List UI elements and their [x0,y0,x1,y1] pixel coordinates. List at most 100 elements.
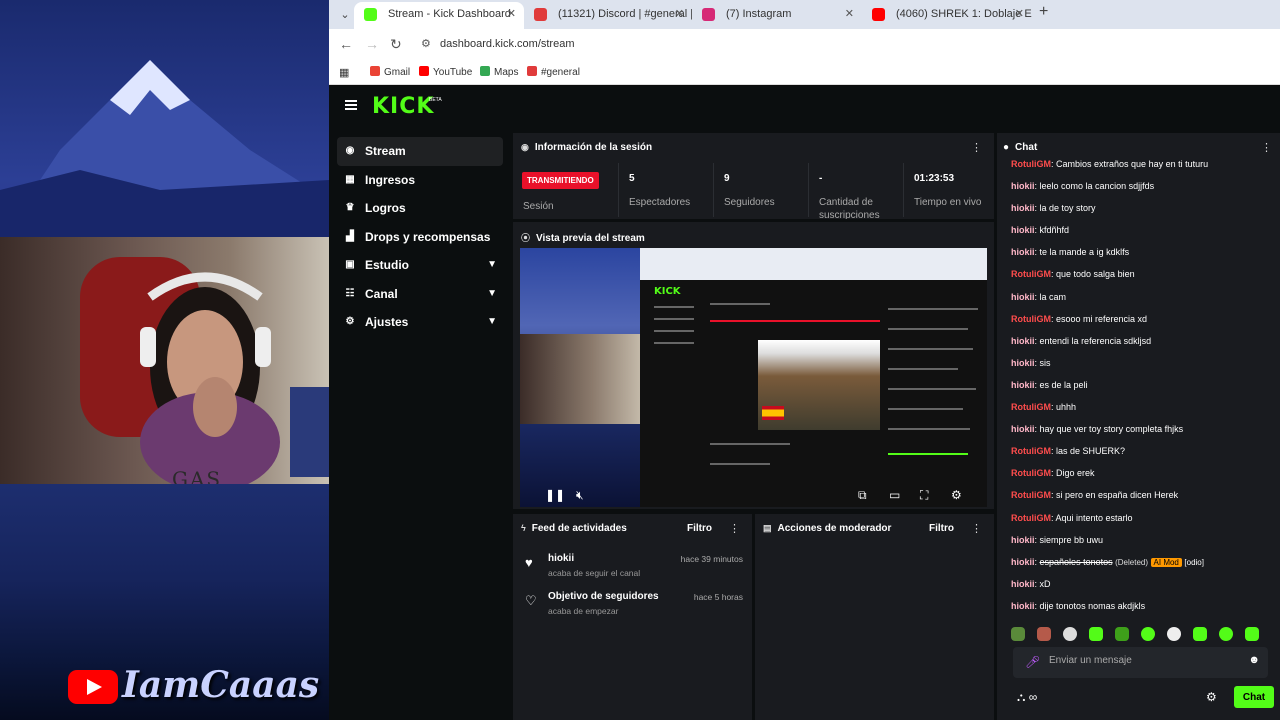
emote-icon[interactable] [1193,627,1207,641]
chat-username[interactable]: hiokii [1011,601,1035,611]
sidebar-item-estudio[interactable]: ▣ Estudio ▼ [337,251,503,280]
close-tab-icon[interactable]: ✕ [1015,2,1024,27]
chat-username[interactable]: hiokii [1011,380,1035,390]
sidebar-item-drops[interactable]: ▟ Drops y recompensas [337,223,503,252]
mod-title: Acciones de moderador [777,523,892,534]
bookmark-maps[interactable]: Maps [480,66,518,78]
chat-username[interactable]: RotuliGM [1011,269,1051,279]
preview-title: Vista previa del stream [536,233,645,244]
trophy-icon: ♛ [345,202,355,213]
feed-item-name[interactable]: hiokii [548,553,574,564]
emote-icon[interactable] [1245,627,1259,641]
sidebar-item-logros[interactable]: ♛ Logros [337,194,503,223]
tab-discord[interactable]: (11321) Discord | #general | LA ✕ [524,2,692,29]
user-list-icon[interactable]: ⛬ ∞ [1017,690,1037,705]
more-options-icon[interactable]: ⋮ [729,522,740,535]
chat-username[interactable]: hiokii [1011,181,1035,191]
fullscreen-icon[interactable]: ⛶ [920,488,928,503]
chat-username[interactable]: hiokii [1011,358,1035,368]
sidebar-item-canal[interactable]: ☷ Canal ▼ [337,280,503,309]
more-options-icon[interactable]: ⋮ [971,522,982,535]
chat-username[interactable]: RotuliGM [1011,490,1051,500]
settings-gear-icon[interactable]: ⚙ [951,488,962,502]
more-options-icon[interactable]: ⋮ [1261,141,1272,154]
chat-username[interactable]: hiokii [1011,424,1035,434]
chat-username[interactable]: hiokii [1011,247,1035,257]
sidebar-item-ingresos[interactable]: ▦ Ingresos [337,166,503,195]
url-field[interactable]: dashboard.kick.com/stream [440,38,575,50]
emote-icon[interactable] [1141,627,1155,641]
chevron-down-icon: ▼ [487,287,497,299]
close-tab-icon[interactable]: ✕ [507,2,516,27]
feed-filter-button[interactable]: Filtro [687,523,712,534]
stat-value: 5 [629,173,635,184]
miniplayer-icon[interactable]: ⧉ [858,488,867,503]
close-tab-icon[interactable]: ✕ [675,2,684,27]
preview-line [888,408,963,410]
preview-line [888,368,958,370]
chat-username[interactable]: hiokii [1011,557,1035,567]
apps-grid-icon[interactable]: ▦ [339,66,349,79]
chat-username[interactable]: hiokii [1011,336,1035,346]
chat-username[interactable]: hiokii [1011,579,1035,589]
emote-icon[interactable] [1011,627,1025,641]
chat-username[interactable]: RotuliGM [1011,314,1051,324]
chat-settings-icon[interactable]: ⚙ [1206,690,1217,704]
chat-message-input[interactable] [1049,655,1249,666]
chat-username[interactable]: RotuliGM [1011,513,1051,523]
pause-icon[interactable]: ❚❚ [545,488,565,502]
back-arrow-icon[interactable]: ← [339,36,353,52]
emote-icon[interactable] [1219,627,1233,641]
chat-message: hiokii: hay que ver toy story completa f… [1011,424,1184,435]
youtube-favicon-icon [872,8,885,21]
tab-kick-dashboard[interactable]: Stream - Kick Dashboard ✕ [354,2,524,29]
kick-favicon-icon [364,8,377,21]
site-info-icon[interactable]: ⚙ [421,37,431,50]
chat-username[interactable]: RotuliGM [1011,402,1051,412]
bookmark-general[interactable]: #general [527,66,580,78]
tab-instagram[interactable]: (7) Instagram ✕ [692,2,862,29]
tab-search-icon[interactable]: ⌄ [335,5,355,25]
chat-username[interactable]: RotuliGM [1011,468,1051,478]
stat-live-time: 01:23:53 Tiempo en vivo [903,163,983,217]
chat-username[interactable]: hiokii [1011,203,1035,213]
tab-youtube-shrek[interactable]: (4060) SHREK 1: Doblaje Españ ✕ [862,2,1032,29]
emote-icon[interactable] [1089,627,1103,641]
chat-username[interactable]: hiokii [1011,225,1035,235]
preview-dashboard-capture: KICK [640,248,987,507]
feed-item-desc: acaba de empezar [548,606,619,616]
chat-username[interactable]: RotuliGM [1011,446,1051,456]
broadcast-icon: ◉ [521,142,529,152]
bookmark-youtube[interactable]: YouTube [419,66,472,78]
emote-icon[interactable] [1063,627,1077,641]
sidebar-item-stream[interactable]: ◉ Stream [337,137,503,166]
session-info-panel: ◉ Información de la sesión ⋮ TRANSMITIEND… [513,133,994,219]
chat-text: que todo salga bien [1056,269,1135,280]
new-tab-icon[interactable]: + [1039,3,1048,21]
mod-filter-button[interactable]: Filtro [929,523,954,534]
chat-send-button[interactable]: Chat [1234,686,1274,708]
kick-logo[interactable]: KICK [372,94,434,119]
chat-input-box: 🎤︎ ☻ [1013,647,1268,678]
preview-line [654,306,694,308]
emoji-icon[interactable]: ☻ [1248,654,1260,666]
stream-preview-video[interactable]: KICK ❚❚ 🔇︎ ⧉ ▭ ⛶ ⚙ [520,248,987,507]
theater-mode-icon[interactable]: ▭ [889,488,900,502]
chat-username[interactable]: RotuliGM [1011,159,1051,169]
emote-icon[interactable] [1167,627,1181,641]
more-options-icon[interactable]: ⋮ [971,141,982,154]
bookmark-gmail[interactable]: Gmail [370,66,410,78]
microphone-icon[interactable]: 🎤︎ [1025,655,1040,669]
reload-icon[interactable]: ↻ [390,36,402,53]
emote-icon[interactable] [1115,627,1129,641]
sidebar-item-ajustes[interactable]: ⚙ Ajustes ▼ [337,308,503,337]
forward-arrow-icon[interactable]: → [365,36,379,52]
menu-icon[interactable] [345,100,357,110]
browser-window: ⌄ Stream - Kick Dashboard ✕ (11321) Disc… [329,0,1280,720]
emote-icon[interactable] [1037,627,1051,641]
preview-line [888,328,968,330]
mute-icon[interactable]: 🔇︎ [576,488,584,503]
chat-username[interactable]: hiokii [1011,292,1035,302]
chat-username[interactable]: hiokii [1011,535,1035,545]
close-tab-icon[interactable]: ✕ [845,2,854,27]
